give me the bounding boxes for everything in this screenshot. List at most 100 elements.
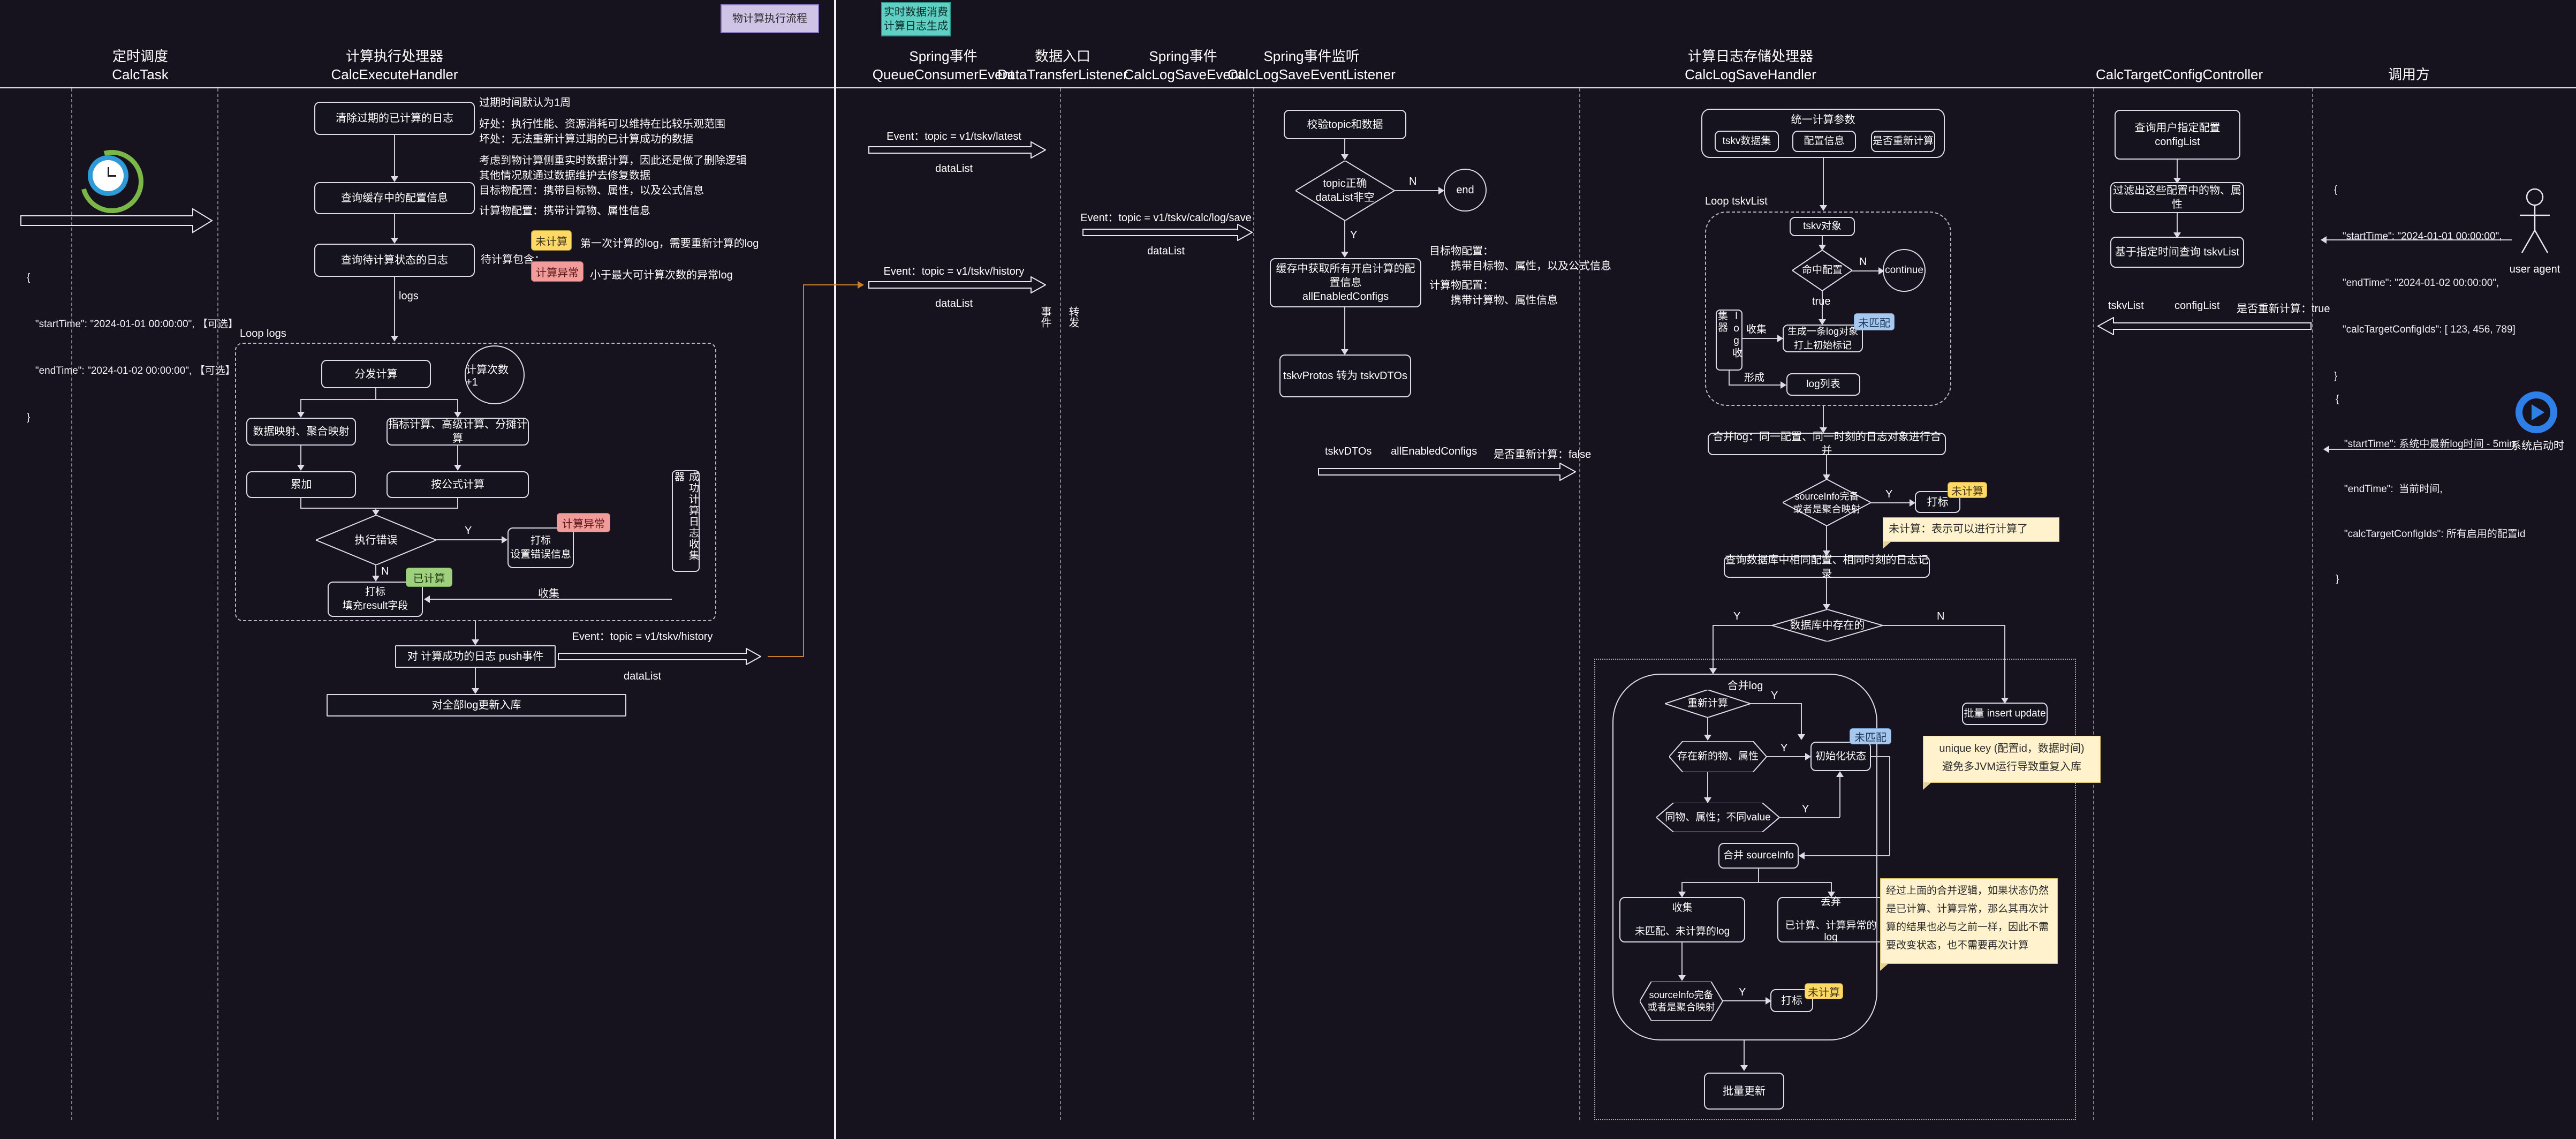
connector xyxy=(1779,817,1840,818)
lifeline xyxy=(1253,88,1254,1120)
box-label: 校验topic和数据 xyxy=(1307,118,1383,132)
diamond-label: topic正确 dataList非空 xyxy=(1295,161,1395,221)
msg-true-tskvlist: tskvList xyxy=(2108,300,2144,312)
dispatch-calc-box: 分发计算 xyxy=(321,360,431,388)
query-pending-logs-box: 查询待计算状态的日志 xyxy=(314,244,475,277)
continue-circle: continue xyxy=(1883,249,1926,292)
validate-topic-box: 校验topic和数据 xyxy=(1284,110,1406,139)
connector xyxy=(1744,1040,1745,1067)
trigger-arrow xyxy=(20,208,213,233)
calc-error-desc: 小于最大可计算次数的异常log xyxy=(590,266,733,282)
box-label: 按公式计算 xyxy=(431,478,484,492)
circle-label: end xyxy=(1456,184,1474,197)
merge-logic-note: 经过上面的合并逻辑，如果状态仍然 是已计算、计算异常，那么其再次计 算的结果也必… xyxy=(1880,878,2058,964)
box-label: 丢弃 已计算、计算异常的log xyxy=(1778,896,1883,944)
arrowhead xyxy=(1836,771,1844,777)
arrowhead xyxy=(1820,205,1827,211)
orange-arrowhead xyxy=(858,281,864,289)
lane-header-calctargetconfigcontroller: CalcTargetConfigController xyxy=(2096,65,2256,84)
json-line: "startTime": "2024-01-01 00:00:00", xyxy=(2334,229,2516,244)
clear-expired-note: 过期时间默认为1周 好处：执行性能、资源消耗可以维持在比较乐观范围 坏处：无法重… xyxy=(479,95,747,183)
arrowhead xyxy=(1799,852,1805,859)
note-line: 过期时间默认为1周 xyxy=(479,95,747,110)
discard-logs-box: 丢弃 已计算、计算异常的log xyxy=(1777,897,1884,942)
circle-label: 计算次数 +1 xyxy=(466,361,524,389)
lane-header-calctask: 定时调度CalcTask xyxy=(60,47,221,84)
connector xyxy=(1852,270,1880,271)
box-label: 过滤出这些配置中的物、属性 xyxy=(2111,184,2243,212)
connector xyxy=(1823,158,1824,207)
connector xyxy=(1344,307,1345,352)
get-enabled-configs-box: 缓存中获取所有开启计算的配置信息 allEnabledConfigs xyxy=(1270,258,1421,307)
event-latest-arrow xyxy=(868,141,1046,159)
connector xyxy=(394,277,395,337)
yes-label: Y xyxy=(1350,229,1357,242)
diamond-label: 数据库中存在的 xyxy=(1772,609,1883,642)
exec-error-diamond: 执行错误 xyxy=(316,515,436,565)
yes-label: Y xyxy=(1781,742,1787,755)
arrowhead xyxy=(372,576,380,582)
recalc-diamond: 重新计算 xyxy=(1665,690,1751,718)
box-label: 初始化状态 xyxy=(1815,750,1866,764)
push-success-event-box: 对 计算成功的日志 push事件 xyxy=(395,645,556,668)
connector xyxy=(1395,190,1440,191)
legend-realtime: 实时数据消费 计算日志生成 xyxy=(881,2,951,36)
json-line: } xyxy=(27,410,238,425)
connector xyxy=(475,668,476,690)
diff-value-hex: 同物、属性；不同value xyxy=(1656,803,1779,832)
lane-title: CalcTargetConfigController xyxy=(2096,65,2256,84)
box-label: 打标 xyxy=(1781,994,1802,1008)
box-label: 是否重新计算 xyxy=(1873,134,1934,148)
datalist-label: dataList xyxy=(1070,245,1262,258)
arrowhead xyxy=(1798,734,1805,740)
datalist-label: dataList xyxy=(863,163,1045,175)
box-label: 缓存中获取所有开启计算的配置信息 allEnabledConfigs xyxy=(1271,262,1420,304)
calc-error-badge2: 计算异常 xyxy=(557,513,610,532)
log-collector-box: log收集器 xyxy=(1716,310,1742,371)
calc-count-circle: 计算次数 +1 xyxy=(465,345,525,404)
box-label: 合并 sourceInfo xyxy=(1723,849,1794,863)
msg-true-arrow xyxy=(2097,317,2312,335)
collect-label: 收集 xyxy=(538,585,559,600)
box-label: 批量 insert update xyxy=(1964,707,2045,721)
arrowhead xyxy=(1341,154,1348,160)
hex-label: 存在新的物、属性 xyxy=(1669,741,1767,772)
json-line: { xyxy=(2334,182,2516,198)
topic-valid-diamond: topic正确 dataList非空 xyxy=(1295,161,1395,221)
play-icon xyxy=(2516,391,2557,433)
legend-flow-label: 物计算执行流程 xyxy=(732,12,807,26)
loop-logs-label: Loop logs xyxy=(240,328,286,340)
convert-protos-box: tskvProtos 转为 tskvDTOs xyxy=(1279,354,1411,397)
arrowhead xyxy=(1781,381,1786,389)
connector xyxy=(1826,578,1827,606)
arrowhead xyxy=(297,465,305,471)
uncalculated-badge: 未计算 xyxy=(531,230,572,251)
event-save-arrow xyxy=(1082,224,1253,241)
query-db-box: 查询数据库中相同配置、相同时刻的日志记录 xyxy=(1724,556,1930,578)
user-agent-label: user agent xyxy=(2495,263,2575,276)
event-save-label: Event：topic = v1/tskv/calc/log/save xyxy=(1070,209,1262,224)
orange-connector xyxy=(768,656,804,657)
yes-label: Y xyxy=(1739,986,1746,999)
arrowhead xyxy=(502,536,507,544)
json-line: "startTime": "2024-01-01 00:00:00", 【可选】 xyxy=(27,316,238,332)
box-label: tskvProtos 转为 tskvDTOs xyxy=(1283,369,1407,383)
box-label: 基于指定时间查询 tskvList xyxy=(2115,245,2239,259)
connector xyxy=(1758,869,1759,882)
hex-label: sourceInfo完备 或者是聚合映射 xyxy=(1640,982,1723,1021)
note-line: 携带目标物、属性，以及公式信息 xyxy=(1429,259,1611,274)
connector xyxy=(394,214,395,239)
connector xyxy=(475,621,476,642)
box-label: 对 计算成功的日志 push事件 xyxy=(407,650,543,663)
arrowhead xyxy=(1341,252,1348,258)
note-line: 考虑到物计算侧重实时数据计算，因此还是做了删除逻辑 xyxy=(479,153,747,168)
box-label: 查询缓存中的配置信息 xyxy=(341,191,448,205)
box-label: 查询数据库中相同配置、相同时刻的日志记录 xyxy=(1725,553,1929,581)
collect-logs-box: 收集 未匹配、未计算的log xyxy=(1619,897,1745,942)
connector xyxy=(1839,774,1840,817)
json-line: } xyxy=(2336,572,2526,587)
exists-in-db-diamond: 数据库中存在的 xyxy=(1772,609,1883,642)
connector xyxy=(1707,718,1708,737)
json-line: "endTime": 当前时间, xyxy=(2336,482,2526,497)
success-log-collector: 成功计算日志收集器 xyxy=(672,470,700,572)
